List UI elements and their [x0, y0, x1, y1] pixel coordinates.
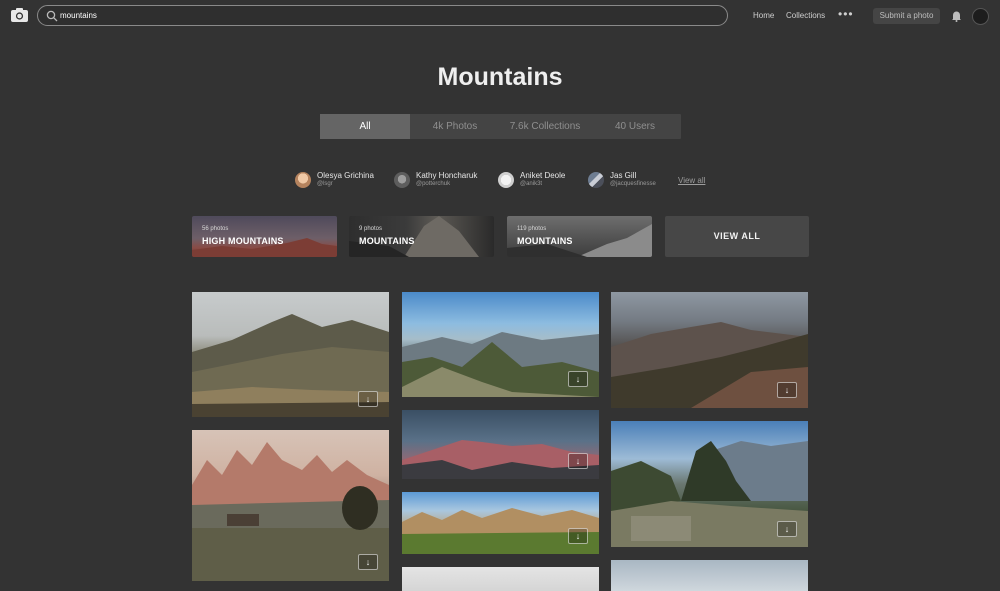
collection-count: 119 photos: [517, 226, 547, 232]
photo-card[interactable]: [402, 567, 599, 591]
photo-card[interactable]: ↓: [402, 410, 599, 479]
download-button[interactable]: ↓: [568, 371, 588, 387]
photo-card[interactable]: ↓: [611, 421, 808, 547]
search-tabs: All 4k Photos 7.6k Collections 40 Users: [320, 114, 681, 139]
photo-card[interactable]: ↓: [192, 430, 389, 581]
user-avatar[interactable]: [972, 8, 989, 25]
collection-card[interactable]: 56 photos HIGH MOUNTAINS: [192, 216, 337, 257]
photo-card[interactable]: [611, 560, 808, 591]
view-all-users-link[interactable]: View all: [678, 176, 705, 185]
top-bar: Home Collections ••• Submit a photo: [0, 0, 1000, 32]
download-button[interactable]: ↓: [777, 521, 797, 537]
collection-name: MOUNTAINS: [359, 236, 415, 246]
search-bar[interactable]: [37, 5, 728, 26]
collection-card[interactable]: 119 photos MOUNTAINS: [507, 216, 652, 257]
collection-name: HIGH MOUNTAINS: [202, 236, 284, 246]
avatar: [394, 172, 410, 188]
download-button[interactable]: ↓: [358, 391, 378, 407]
nav-collections-link[interactable]: Collections: [786, 11, 825, 20]
avatar: [588, 172, 604, 188]
collection-name: MOUNTAINS: [517, 236, 573, 246]
tab-all[interactable]: All: [320, 114, 410, 139]
view-all-collections-button[interactable]: VIEW ALL: [665, 216, 809, 257]
user-handle: @jacquesfinesse: [610, 181, 656, 187]
user-handle: @lsgr: [317, 181, 333, 187]
user-name: Aniket Deole: [520, 171, 566, 180]
photo-card[interactable]: ↓: [402, 292, 599, 397]
tab-collections[interactable]: 7.6k Collections: [500, 114, 590, 139]
page-title: Mountains: [437, 63, 563, 91]
collection-count: 9 photos: [359, 226, 383, 232]
download-button[interactable]: ↓: [358, 554, 378, 570]
photo-card[interactable]: ↓: [192, 292, 389, 417]
notification-bell-icon[interactable]: [951, 10, 962, 22]
camera-logo-icon[interactable]: [11, 8, 28, 22]
avatar: [295, 172, 311, 188]
user-handle: @anik3t: [520, 181, 543, 187]
photo-card[interactable]: ↓: [402, 492, 599, 554]
download-button[interactable]: ↓: [568, 453, 588, 469]
photo-card[interactable]: ↓: [611, 292, 808, 408]
search-input[interactable]: [60, 8, 660, 23]
collection-count: 56 photos: [202, 226, 229, 232]
photo-image: [402, 508, 599, 554]
nav-home-link[interactable]: Home: [753, 11, 774, 20]
user-name: Olesya Grichina: [317, 171, 374, 180]
tab-photos[interactable]: 4k Photos: [410, 114, 500, 139]
download-button[interactable]: ↓: [568, 528, 588, 544]
collection-card[interactable]: 9 photos MOUNTAINS: [349, 216, 494, 257]
user-name: Jas Gill: [610, 171, 637, 180]
avatar: [498, 172, 514, 188]
download-button[interactable]: ↓: [777, 382, 797, 398]
user-name: Kathy Honcharuk: [416, 171, 478, 180]
user-handle: @potterchuk: [416, 181, 451, 187]
tab-users[interactable]: 40 Users: [590, 114, 680, 139]
more-menu-icon[interactable]: •••: [838, 8, 854, 20]
submit-photo-button[interactable]: Submit a photo: [873, 8, 940, 24]
search-icon: [46, 10, 58, 22]
